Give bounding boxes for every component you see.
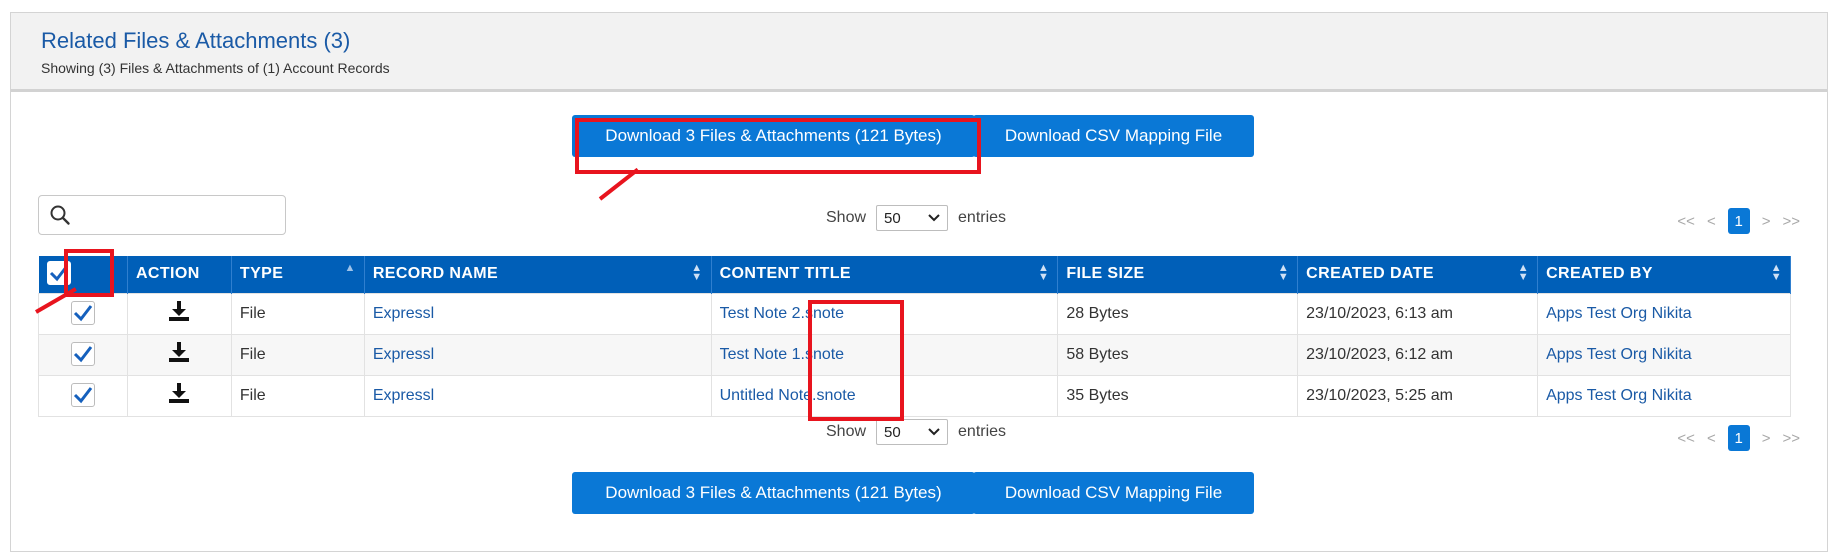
check-icon [73, 345, 93, 362]
cell-file-size: 28 Bytes [1057, 292, 1299, 335]
sort-icon: ▲ ▼ [1277, 262, 1290, 283]
column-header-type[interactable]: TYPE ▲ [231, 256, 365, 293]
column-header-created-by-label: CREATED BY [1546, 265, 1653, 283]
pager-current[interactable]: 1 [1727, 208, 1750, 234]
table-row: File Expressl Untitled Note.snote 35 Byt… [38, 374, 1791, 417]
pager-last[interactable]: >> [1782, 430, 1800, 447]
column-header-record-name-label: RECORD NAME [372, 265, 499, 283]
panel-header: Related Files & Attachments (3) Showing … [11, 13, 1827, 92]
cell-type: File [230, 374, 365, 417]
record-name-link[interactable]: Expressl [373, 346, 434, 363]
pager-prev[interactable]: < [1707, 213, 1716, 230]
check-icon [73, 386, 93, 403]
download-csv-button-top[interactable]: Download CSV Mapping File [973, 115, 1254, 157]
panel-title: Related Files & Attachments (3) [41, 28, 351, 53]
content-title-link[interactable]: Untitled Note.snote [720, 387, 856, 404]
show-entries-top: Show 50 entries [826, 205, 1006, 231]
column-header-action: ACTION [127, 256, 232, 293]
cell-file-size: 58 Bytes [1057, 333, 1299, 376]
download-icon[interactable] [167, 301, 191, 326]
download-files-button-bottom[interactable]: Download 3 Files & Attachments (121 Byte… [572, 472, 975, 514]
select-all-checkbox[interactable] [46, 261, 71, 286]
cell-created-date: 23/10/2023, 6:13 am [1297, 292, 1539, 335]
row-checkbox[interactable] [70, 341, 95, 366]
entries-select-top[interactable]: 50 [876, 205, 949, 231]
column-header-file-size-label: FILE SIZE [1066, 265, 1145, 283]
entries-label: entries [958, 209, 1007, 226]
entries-label: entries [958, 423, 1007, 440]
column-header-record-name[interactable]: RECORD NAME ▲ ▼ [364, 256, 712, 293]
column-header-created-by[interactable]: CREATED BY ▲ ▼ [1537, 256, 1791, 293]
column-header-content-title-label: CONTENT TITLE [719, 265, 851, 283]
download-files-button-top[interactable]: Download 3 Files & Attachments (121 Byte… [572, 115, 975, 157]
chevron-down-icon [927, 210, 941, 227]
table-row: File Expressl Test Note 1.snote 58 Bytes… [38, 333, 1791, 376]
entries-select-bottom[interactable]: 50 [876, 419, 949, 445]
pager-prev[interactable]: < [1707, 430, 1716, 447]
pager-current[interactable]: 1 [1727, 425, 1750, 451]
sort-icon: ▲ ▼ [691, 262, 703, 283]
column-header-file-size[interactable]: FILE SIZE ▲ ▼ [1057, 256, 1299, 293]
row-checkbox[interactable] [70, 382, 95, 407]
check-icon [73, 304, 93, 321]
column-header-created-date[interactable]: CREATED DATE ▲ ▼ [1297, 256, 1539, 293]
show-entries-bottom: Show 50 entries [826, 419, 1006, 445]
table-header-row: ACTION TYPE ▲ RECORD NAME ▲ ▼ CONTENT TIT… [38, 256, 1791, 293]
cell-created-date: 23/10/2023, 5:25 am [1297, 374, 1539, 417]
sort-asc-icon: ▲ [344, 262, 356, 274]
sort-icon: ▲ ▼ [1517, 262, 1530, 283]
download-csv-button-bottom[interactable]: Download CSV Mapping File [973, 472, 1254, 514]
search-box[interactable] [38, 195, 286, 235]
pager-next[interactable]: > [1762, 213, 1771, 230]
download-icon[interactable] [167, 342, 191, 367]
sort-icon: ▲ ▼ [1770, 262, 1782, 283]
column-header-content-title[interactable]: CONTENT TITLE ▲ ▼ [711, 256, 1059, 293]
record-name-link[interactable]: Expressl [373, 305, 434, 322]
content-title-link[interactable]: Test Note 2.snote [720, 305, 845, 322]
pager-first[interactable]: << [1677, 213, 1695, 230]
download-icon[interactable] [167, 383, 191, 408]
column-header-type-label: TYPE [239, 265, 284, 283]
check-icon [49, 265, 68, 282]
panel-subtitle: Showing (3) Files & Attachments of (1) A… [41, 60, 390, 76]
cell-created-date: 23/10/2023, 6:12 am [1297, 333, 1539, 376]
search-icon [49, 204, 71, 231]
pager-next[interactable]: > [1762, 430, 1771, 447]
created-by-link[interactable]: Apps Test Org Nikita [1546, 387, 1692, 404]
column-header-created-date-label: CREATED DATE [1306, 265, 1434, 283]
files-table: ACTION TYPE ▲ RECORD NAME ▲ ▼ CONTENT TIT… [38, 256, 1791, 417]
cell-type: File [230, 292, 365, 335]
pager-bottom: << < 1 > >> [1665, 425, 1800, 451]
cell-file-size: 35 Bytes [1057, 374, 1299, 417]
show-label: Show [826, 423, 867, 440]
pager-last[interactable]: >> [1782, 213, 1800, 230]
show-label: Show [826, 209, 867, 226]
content-title-link[interactable]: Test Note 1.snote [720, 346, 845, 363]
pager-first[interactable]: << [1677, 430, 1695, 447]
table-row: File Expressl Test Note 2.snote 28 Bytes… [38, 292, 1791, 335]
sort-icon: ▲ ▼ [1038, 262, 1050, 283]
created-by-link[interactable]: Apps Test Org Nikita [1546, 305, 1692, 322]
select-all-header[interactable] [38, 256, 128, 293]
row-checkbox[interactable] [70, 300, 95, 325]
pager-top: << < 1 > >> [1665, 208, 1800, 234]
search-input[interactable] [77, 202, 277, 228]
entries-value: 50 [884, 209, 901, 227]
chevron-down-icon [927, 424, 941, 441]
record-name-link[interactable]: Expressl [373, 387, 434, 404]
entries-value: 50 [884, 423, 901, 441]
cell-type: File [230, 333, 365, 376]
created-by-link[interactable]: Apps Test Org Nikita [1546, 346, 1692, 363]
